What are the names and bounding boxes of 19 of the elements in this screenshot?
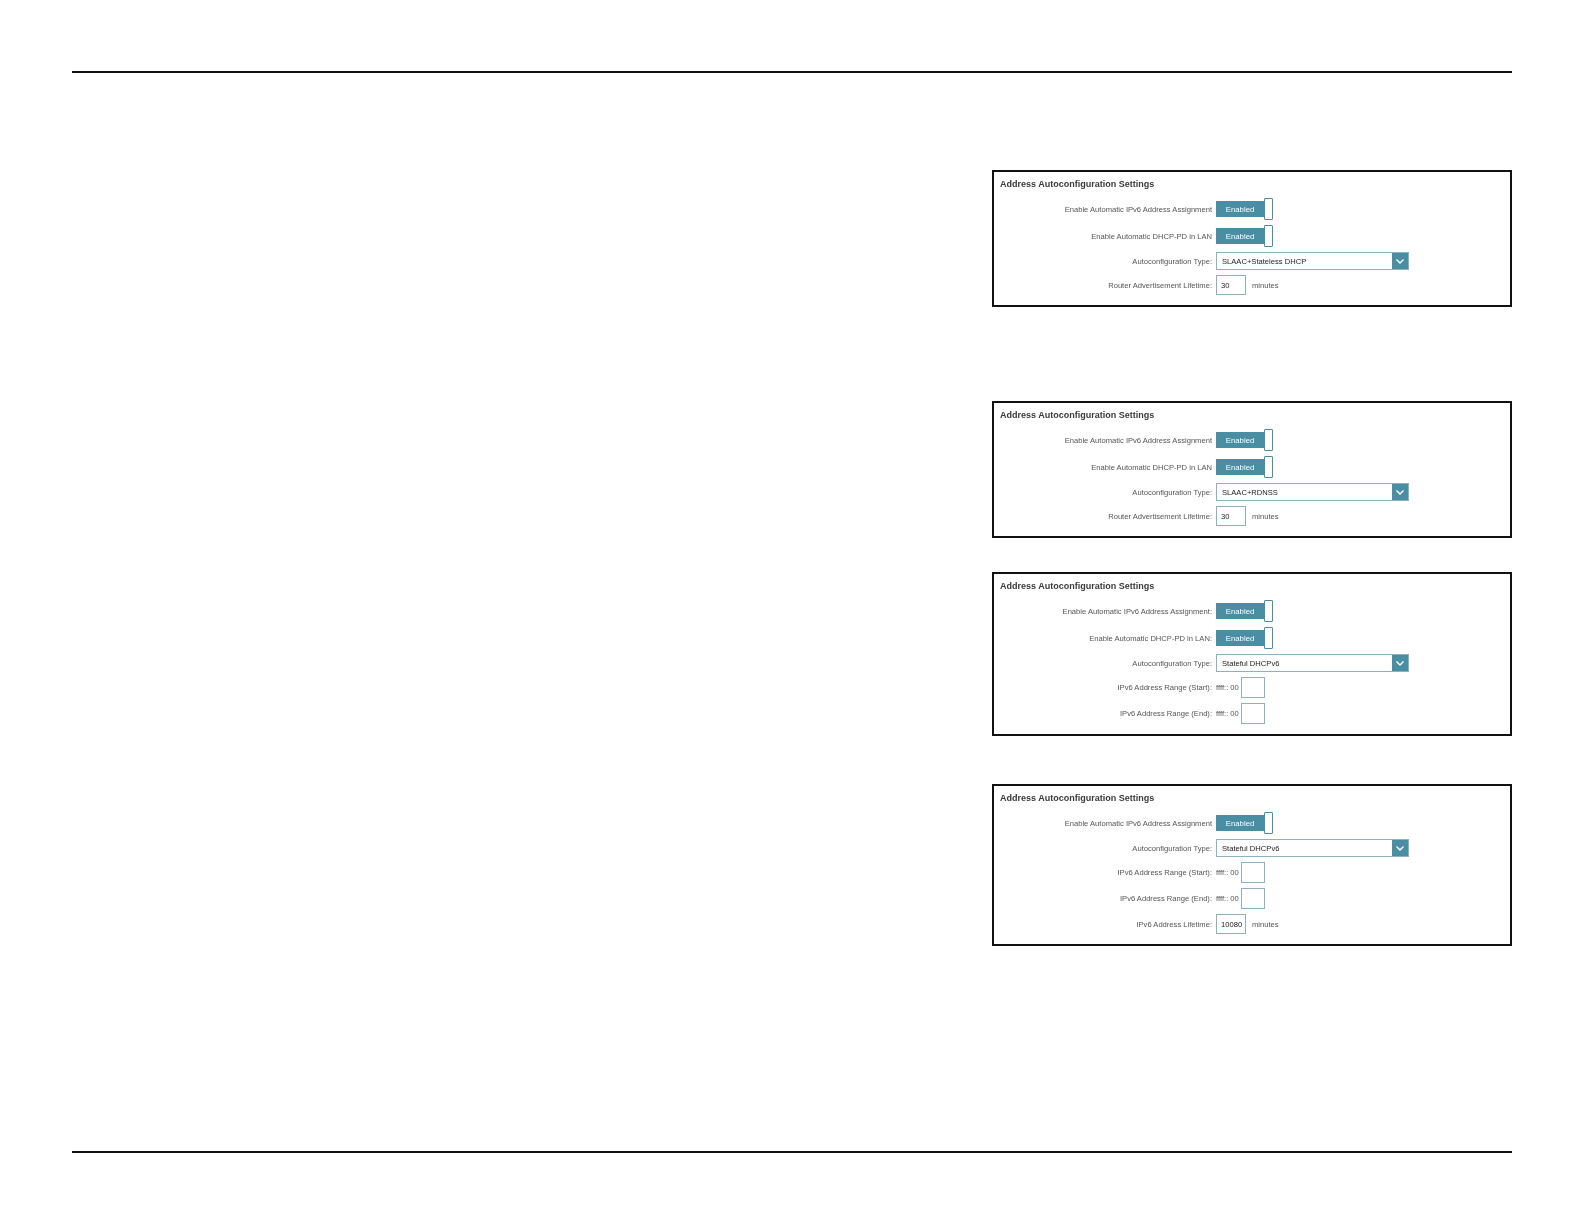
toggle-knob-icon (1264, 812, 1273, 834)
toggle-knob-icon (1264, 198, 1273, 220)
toggle-knob-icon (1264, 627, 1273, 649)
toggle-knob-icon (1264, 456, 1273, 478)
panel-title: Address Autoconfiguration Settings (1000, 178, 1156, 190)
chevron-down-icon (1392, 253, 1408, 269)
chevron-down-icon (1392, 484, 1408, 500)
chevron-down-icon (1392, 655, 1408, 671)
toggle-knob-icon (1264, 429, 1273, 451)
input-field[interactable] (1240, 703, 1265, 724)
toggle-knob-icon (1264, 600, 1273, 622)
panel-title: Address Autoconfiguration Settings (1000, 409, 1156, 421)
input-field[interactable] (1240, 888, 1265, 909)
chevron-down-icon (1392, 840, 1408, 856)
input-field[interactable] (1240, 677, 1265, 698)
panel-title: Address Autoconfiguration Settings (1000, 792, 1156, 804)
toggle-knob-icon (1264, 225, 1273, 247)
panel-title: Address Autoconfiguration Settings (1000, 580, 1156, 592)
input-field[interactable] (1240, 862, 1265, 883)
